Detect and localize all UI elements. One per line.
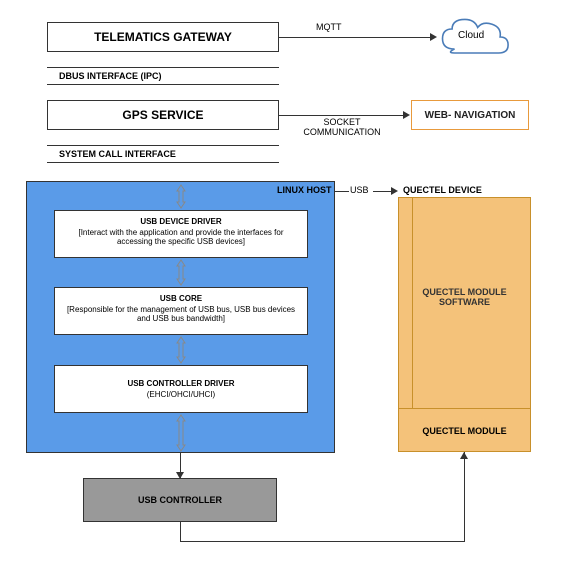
dbus-interface-label: DBUS INTERFACE (IPC) [47, 67, 279, 85]
usbctrl-down-line [180, 522, 181, 542]
arrow-driver-to-core [175, 258, 187, 287]
usb-controller-driver-title: USB CONTROLLER DRIVER [61, 379, 301, 388]
quectel-divider [412, 197, 413, 408]
usb-line-1 [335, 191, 349, 192]
usbctrl-up-line [464, 452, 465, 542]
gps-service-box: GPS SERVICE [47, 100, 279, 130]
arrow-top-to-driver [175, 183, 187, 210]
usb-core-desc: [Responsible for the management of USB b… [67, 305, 295, 323]
quectel-module-software-label: QUECTEL MODULE SOFTWARE [413, 287, 516, 307]
socket-line [279, 115, 405, 116]
usb-core-title: USB CORE [61, 294, 301, 303]
socket-label: SOCKET COMMUNICATION [302, 118, 382, 138]
mqtt-line [279, 37, 432, 38]
socket-arrowhead [403, 111, 410, 119]
usb-core-box: USB CORE [Responsible for the management… [54, 287, 308, 335]
quectel-device-label: QUECTEL DEVICE [403, 185, 482, 195]
quectel-module-box: QUECTEL MODULE [398, 408, 531, 452]
system-call-label: SYSTEM CALL INTERFACE [47, 145, 279, 163]
usbctrl-to-quectel-arrowhead [460, 452, 468, 459]
arrow-core-to-ctrl-driver [175, 335, 187, 365]
usb-arrowhead [391, 187, 398, 195]
cloud-label: Cloud [458, 30, 484, 41]
arrow-ctrl-driver-out [175, 413, 187, 453]
usb-label: USB [350, 185, 369, 195]
usb-controller-driver-desc: (EHCI/OHCI/UHCI) [61, 390, 301, 399]
linux-to-usbctrl-arrowhead [176, 472, 184, 479]
usb-controller-box: USB CONTROLLER [83, 478, 277, 522]
web-navigation-box: WEB- NAVIGATION [411, 100, 529, 130]
linux-host-label: LINUX HOST [275, 185, 334, 195]
usb-controller-driver-box: USB CONTROLLER DRIVER (EHCI/OHCI/UHCI) [54, 365, 308, 413]
usb-device-driver-title: USB DEVICE DRIVER [61, 217, 301, 226]
usbctrl-horiz-line [180, 541, 464, 542]
usb-line-2 [373, 191, 393, 192]
usb-device-driver-desc: [Interact with the application and provi… [78, 228, 283, 246]
telematics-gateway-box: TELEMATICS GATEWAY [47, 22, 279, 52]
mqtt-label: MQTT [316, 22, 342, 32]
usb-device-driver-box: USB DEVICE DRIVER [Interact with the app… [54, 210, 308, 258]
